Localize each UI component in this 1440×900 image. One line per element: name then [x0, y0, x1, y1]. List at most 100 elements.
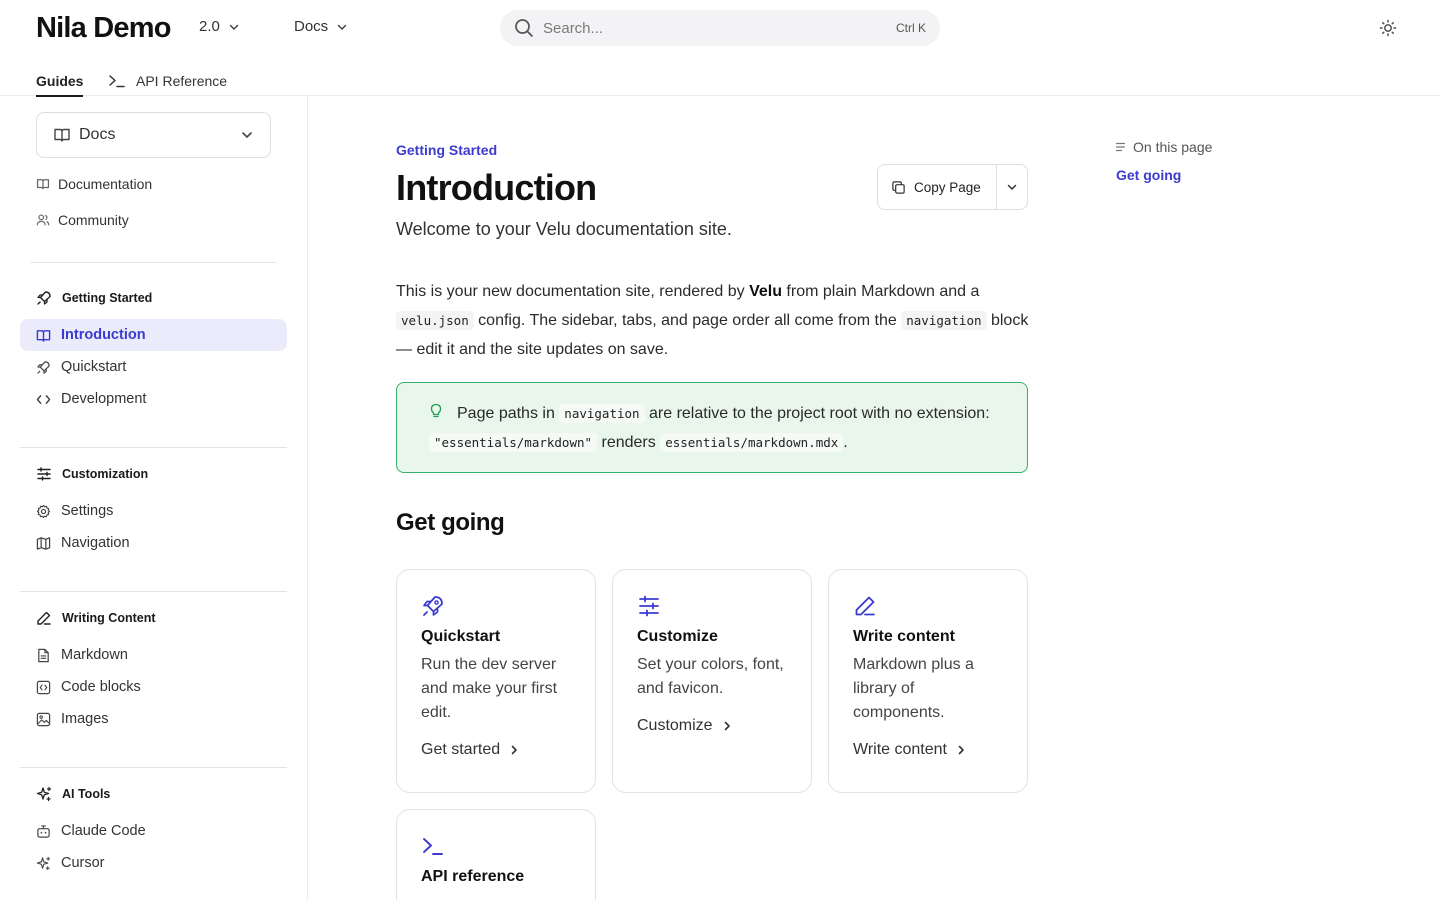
card-link-label: Write content [853, 741, 947, 758]
sidebar-divider [30, 262, 276, 263]
docs-menu-label: Docs [294, 18, 329, 35]
code-square-icon [36, 680, 51, 694]
group-title-label: Getting Started [62, 291, 153, 305]
section-heading-get-going: Get going [396, 509, 505, 536]
sidebar-item-navigation[interactable]: Navigation [20, 527, 287, 559]
sidebar-item-development[interactable]: Development [20, 383, 287, 415]
search-placeholder: Search... [543, 19, 604, 37]
sidebar-item-label: Introduction [61, 327, 146, 343]
book-icon [36, 179, 50, 190]
sidebar-item-cursor[interactable]: Cursor [20, 847, 287, 879]
text: . [843, 434, 848, 451]
tab-api-reference[interactable]: API Reference [108, 66, 227, 96]
card-quickstart[interactable]: Quickstart Run the dev server and make y… [396, 569, 596, 793]
sidebar-item-label: Quickstart [61, 359, 127, 375]
tip-callout: Page paths in navigation are relative to… [396, 382, 1028, 473]
sparkles-icon [36, 856, 51, 870]
sidebar-item-label: Code blocks [61, 679, 141, 695]
lightbulb-icon [430, 403, 442, 418]
map-icon [36, 536, 51, 550]
card-write-content[interactable]: Write content Markdown plus a library of… [828, 569, 1028, 793]
page-eyebrow: Getting Started [396, 142, 498, 158]
sidebar-item-introduction[interactable]: Introduction [20, 319, 287, 351]
group-title-customization: Customization [36, 466, 148, 482]
sidebar-item-settings[interactable]: Settings [20, 495, 287, 527]
sidebar-item-claude-code[interactable]: Claude Code [20, 815, 287, 847]
sidebar-item-code-blocks[interactable]: Code blocks [20, 671, 287, 703]
sidebar-item-label: Claude Code [61, 823, 146, 839]
card-link[interactable]: Get started [421, 741, 571, 759]
sidebar-link-label: Documentation [58, 176, 153, 192]
bot-icon [37, 824, 50, 838]
list-icon [1116, 142, 1125, 152]
tab-guides[interactable]: Guides [36, 66, 84, 97]
group-title-getting-started: Getting Started [36, 290, 152, 306]
copy-page-menu-button[interactable] [997, 165, 1027, 209]
book-open-icon [36, 329, 51, 342]
text: config. The sidebar, tabs, and page orde… [473, 312, 902, 329]
group-title-label: AI Tools [62, 787, 111, 801]
sidebar-link-community[interactable]: Community [36, 212, 129, 228]
copy-page-label: Copy Page [914, 179, 981, 195]
users-icon [36, 214, 50, 226]
chevron-right-icon [724, 721, 730, 731]
text: are relative to the project root with no… [644, 405, 990, 422]
card-link[interactable]: Write content [853, 741, 1003, 759]
section-dropdown[interactable]: Docs [36, 112, 271, 158]
toc-link-get-going[interactable]: Get going [1116, 167, 1181, 183]
terminal-icon [423, 838, 443, 855]
card-description: Markdown plus a library of components. [853, 656, 974, 721]
text: Page paths in [457, 405, 560, 422]
sidebar-link-documentation[interactable]: Documentation [36, 176, 152, 192]
copy-page-button[interactable]: Copy Page [878, 165, 997, 209]
card-title: Write content [853, 628, 955, 645]
inline-code: velu.json [396, 311, 474, 330]
inline-code: navigation [901, 311, 987, 330]
sidebar-divider [20, 591, 287, 592]
site-logo[interactable]: Nila Demo [36, 10, 171, 46]
text: renders [597, 434, 661, 451]
chevron-down-icon [229, 24, 239, 30]
text: from plain Markdown and a [781, 283, 980, 300]
code-icon [36, 394, 51, 404]
card-link[interactable]: Customize [637, 717, 787, 735]
section-dropdown-label: Docs [79, 126, 116, 143]
sidebar-item-quickstart[interactable]: Quickstart [20, 351, 287, 383]
chevron-down-icon [242, 132, 252, 138]
page-subtitle: Welcome to your Velu documentation site. [396, 219, 732, 239]
theme-toggle-button[interactable] [1378, 18, 1398, 38]
sidebar-item-label: Development [61, 391, 147, 407]
docs-menu-dropdown[interactable]: Docs [294, 18, 348, 35]
intro-paragraph: This is your new documentation site, ren… [396, 277, 1036, 364]
sun-icon [1379, 19, 1397, 37]
chevron-down-icon [337, 24, 347, 30]
card-api-reference[interactable]: API reference [396, 809, 596, 900]
rocket-icon [37, 291, 51, 305]
card-customize[interactable]: Customize Set your colors, font, and fav… [612, 569, 812, 793]
search-icon [515, 19, 533, 37]
search-bar[interactable]: Search... Ctrl K [500, 10, 940, 46]
group-title-label: Writing Content [62, 611, 156, 625]
sidebar-item-label: Markdown [61, 647, 128, 663]
sidebar-item-images[interactable]: Images [20, 703, 287, 735]
inline-code: essentials/markdown.mdx [660, 433, 844, 452]
card-description: Set your colors, font, and favicon. [637, 656, 784, 697]
product-name: Velu [749, 283, 782, 300]
card-title: API reference [421, 868, 525, 885]
card-title: Quickstart [421, 628, 501, 645]
sidebar-item-markdown[interactable]: Markdown [20, 639, 287, 671]
search-shortcut: Ctrl K [896, 21, 926, 35]
text: This is your new documentation site, ren… [396, 283, 750, 300]
copy-page-group: Copy Page [877, 164, 1028, 210]
pencil-icon [37, 611, 51, 625]
sidebar-divider [20, 447, 287, 448]
toc-heading-label: On this page [1133, 139, 1213, 155]
sidebar-item-label: Images [61, 711, 109, 727]
group-title-writing-content: Writing Content [36, 610, 156, 626]
page-title: Introduction [396, 167, 597, 208]
version-dropdown[interactable]: 2.0 [199, 18, 240, 35]
file-text-icon [38, 648, 49, 662]
sidebar-item-label: Settings [61, 503, 114, 519]
sliders-icon [37, 467, 51, 481]
rocket-icon [37, 360, 50, 374]
